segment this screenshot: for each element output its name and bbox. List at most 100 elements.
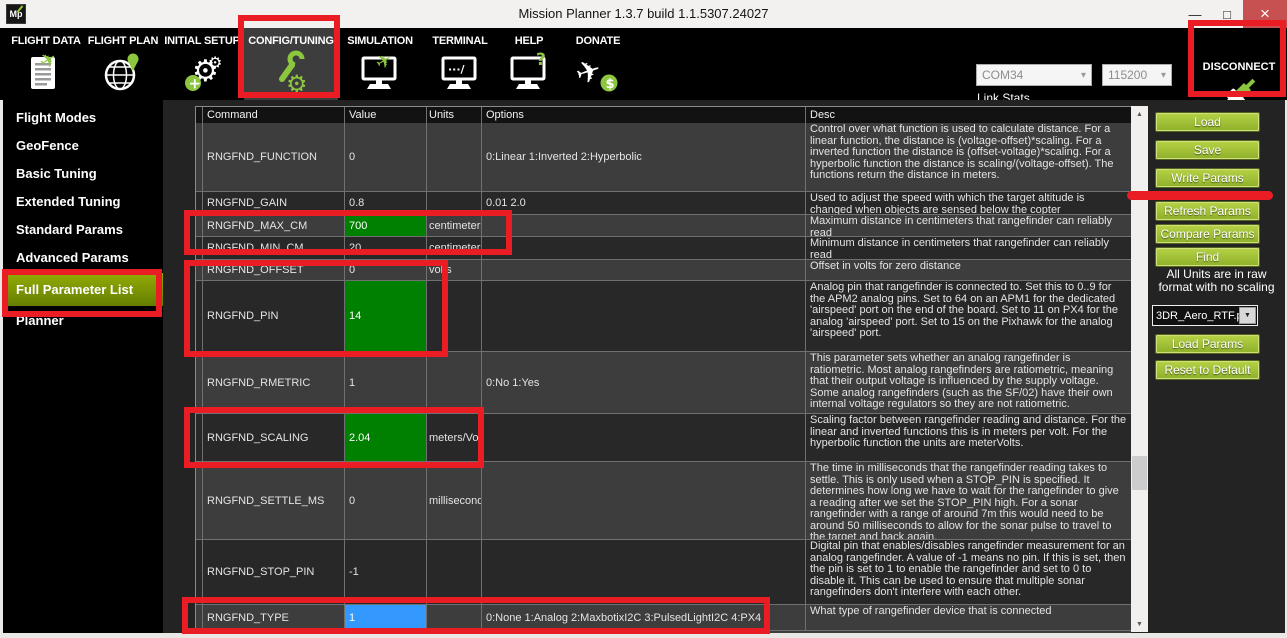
- param-row[interactable]: RNGFND_MAX_CM 700 centimeters Maximum di…: [196, 214, 1131, 236]
- command-cell: RNGFND_TYPE: [203, 605, 345, 630]
- tab-config-tuning[interactable]: CONFIG/TUNING ⚙: [244, 28, 338, 100]
- units-cell: centimeters: [427, 215, 482, 236]
- sidebar-item-flight-modes[interactable]: Flight Modes: [3, 104, 163, 132]
- load-params-button[interactable]: Load Params: [1155, 334, 1260, 354]
- svg-text:✈: ✈: [372, 48, 397, 75]
- param-row[interactable]: RNGFND_PIN 14 Analog pin that rangefinde…: [196, 280, 1131, 351]
- value-cell[interactable]: 1: [345, 352, 427, 413]
- command-cell: RNGFND_GAIN: [203, 192, 345, 214]
- scrollbar-thumb[interactable]: [1132, 456, 1147, 490]
- close-button[interactable]: ×: [1243, 0, 1287, 28]
- value-cell[interactable]: 20: [345, 237, 427, 259]
- options-cell: 0.01 2.0: [482, 192, 806, 214]
- load-button[interactable]: Load: [1155, 112, 1260, 132]
- reset-to-default-button[interactable]: Reset to Default: [1155, 360, 1260, 380]
- tab-donate[interactable]: DONATE ✈ $: [560, 28, 636, 100]
- sidebar-item-standard-params[interactable]: Standard Params: [3, 216, 163, 244]
- svg-text:⚙: ⚙: [208, 53, 222, 72]
- column-header-desc[interactable]: Desc: [806, 107, 1131, 123]
- value-cell[interactable]: 0: [345, 123, 427, 191]
- svg-text:+: +: [189, 75, 202, 93]
- maximize-button[interactable]: □: [1211, 0, 1243, 28]
- units-cell: volts: [427, 260, 482, 280]
- param-row[interactable]: RNGFND_OFFSET 0 volts Offset in volts fo…: [196, 259, 1131, 280]
- scroll-up-icon[interactable]: ▲: [1131, 106, 1148, 122]
- sidebar-item-basic-tuning[interactable]: Basic Tuning: [3, 160, 163, 188]
- config-sidebar: Flight Modes GeoFence Basic Tuning Exten…: [3, 100, 163, 633]
- tab-simulation[interactable]: SIMULATION ✈: [338, 28, 422, 100]
- find-button[interactable]: Find: [1155, 247, 1260, 267]
- minimize-button[interactable]: —: [1179, 0, 1211, 28]
- row-header-cell: [196, 414, 203, 461]
- param-row[interactable]: RNGFND_SETTLE_MS 0 milliseconds The time…: [196, 461, 1131, 539]
- svg-text:?: ?: [536, 50, 546, 70]
- value-cell[interactable]: 0: [345, 462, 427, 539]
- write-params-button[interactable]: Write Params: [1155, 168, 1260, 188]
- column-header-options[interactable]: Options: [482, 107, 806, 123]
- svg-text:✈: ✈: [571, 52, 606, 93]
- config-tuning-icon: ⚙: [244, 48, 338, 98]
- param-file-dropdown[interactable]: 3DR_Aero_RTF.p ▼: [1152, 305, 1258, 326]
- row-header-cell: [196, 462, 203, 539]
- dropdown-arrow-icon: ▼: [1239, 307, 1256, 324]
- param-row[interactable]: RNGFND_MIN_CM 20 centimeters Minimum dis…: [196, 236, 1131, 259]
- param-row[interactable]: RNGFND_STOP_PIN -1 Digital pin that enab…: [196, 539, 1131, 604]
- sidebar-item-advanced-params[interactable]: Advanced Params: [3, 244, 163, 272]
- compare-params-button[interactable]: Compare Params: [1155, 224, 1260, 244]
- value-cell[interactable]: 14: [345, 281, 427, 351]
- options-cell: 0:None 1:Analog 2:MaxbotixI2C 3:PulsedLi…: [482, 605, 806, 630]
- com-port-select[interactable]: COM34 ▾: [976, 64, 1092, 86]
- command-cell: RNGFND_PIN: [203, 281, 345, 351]
- mission-planner-window: Mp Mission Planner 1.3.7 build 1.1.5307.…: [0, 0, 1287, 638]
- title-bar: Mp Mission Planner 1.3.7 build 1.1.5307.…: [0, 0, 1287, 28]
- baud-rate-select[interactable]: 115200 ▾: [1102, 64, 1172, 86]
- command-cell: RNGFND_MAX_CM: [203, 215, 345, 236]
- window-controls: — □ ×: [1179, 0, 1287, 28]
- param-row[interactable]: RNGFND_SCALING 2.04 meters/Volt Scaling …: [196, 413, 1131, 461]
- sidebar-item-extended-tuning[interactable]: Extended Tuning: [3, 188, 163, 216]
- flight-plan-icon: [86, 48, 160, 98]
- sidebar-item-full-parameter-list[interactable]: Full Parameter List: [3, 273, 163, 306]
- com-port-value: COM34: [982, 68, 1023, 82]
- param-row[interactable]: RNGFND_GAIN 0.8 0.01 2.0 Used to adjust …: [196, 191, 1131, 214]
- units-cell: [427, 123, 482, 191]
- table-scrollbar[interactable]: ▲ ▼: [1131, 106, 1148, 632]
- desc-cell: This parameter sets whether an analog ra…: [806, 352, 1131, 413]
- refresh-params-button[interactable]: Refresh Params: [1155, 201, 1260, 221]
- command-cell: RNGFND_SETTLE_MS: [203, 462, 345, 539]
- row-header-column: [196, 107, 203, 123]
- tab-help[interactable]: HELP ?: [498, 28, 560, 100]
- window-title: Mission Planner 1.3.7 build 1.1.5307.240…: [0, 0, 1287, 28]
- param-row-partial: [196, 630, 1131, 633]
- save-button[interactable]: Save: [1155, 140, 1260, 160]
- value-cell[interactable]: 2.04: [345, 414, 427, 461]
- desc-cell: Control over what function is used to ca…: [806, 123, 1131, 191]
- value-cell[interactable]: 700: [345, 215, 427, 236]
- column-header-value[interactable]: Value: [345, 107, 427, 123]
- tab-flight-plan[interactable]: FLIGHT PLAN: [86, 28, 160, 100]
- value-cell[interactable]: 0.8: [345, 192, 427, 214]
- param-row[interactable]: RNGFND_FUNCTION 0 0:Linear 1:Inverted 2:…: [196, 123, 1131, 191]
- row-header-cell: [196, 192, 203, 214]
- units-cell: [427, 281, 482, 351]
- table-header-row: Command Value Units Options Desc: [196, 107, 1131, 123]
- scroll-down-icon[interactable]: ▼: [1131, 616, 1148, 632]
- terminal-icon: ···/: [422, 48, 498, 98]
- tab-flight-data[interactable]: FLIGHT DATA ✈: [6, 28, 86, 100]
- tab-initial-setup[interactable]: INITIAL SETUP ⚙ ⚙ +: [160, 28, 244, 100]
- simulation-icon: ✈: [338, 48, 422, 98]
- command-cell: RNGFND_FUNCTION: [203, 123, 345, 191]
- param-row[interactable]: RNGFND_TYPE 1 0:None 1:Analog 2:Maxbotix…: [196, 604, 1131, 630]
- column-header-command[interactable]: Command: [203, 107, 345, 123]
- value-cell[interactable]: 0: [345, 260, 427, 280]
- options-cell: [482, 260, 806, 280]
- sidebar-item-planner[interactable]: Planner: [3, 307, 163, 335]
- tab-terminal[interactable]: TERMINAL ···/: [422, 28, 498, 100]
- sidebar-item-geofence[interactable]: GeoFence: [3, 132, 163, 160]
- value-cell[interactable]: -1: [345, 540, 427, 604]
- row-header-cell: [196, 260, 203, 280]
- param-row[interactable]: RNGFND_RMETRIC 1 0:No 1:Yes This paramet…: [196, 351, 1131, 413]
- value-cell[interactable]: 1: [345, 605, 427, 630]
- desc-cell: Minimum distance in centimeters that ran…: [806, 237, 1131, 259]
- column-header-units[interactable]: Units: [427, 107, 482, 123]
